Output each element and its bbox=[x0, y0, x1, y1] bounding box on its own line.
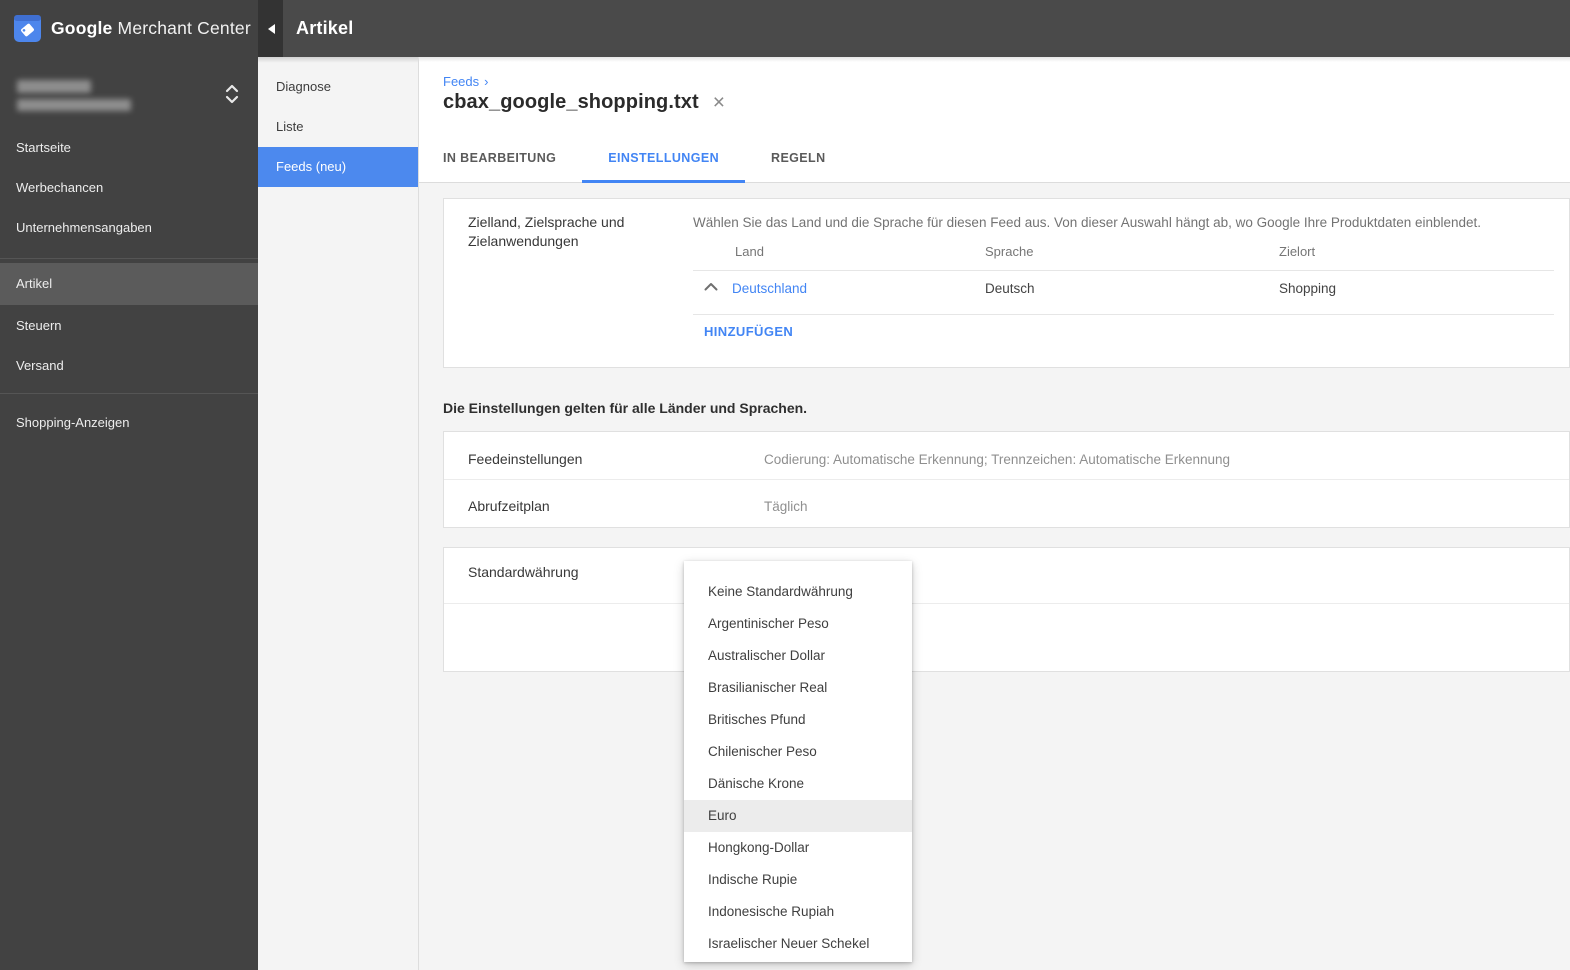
table-row-sprache: Deutsch bbox=[985, 281, 1035, 296]
currency-option[interactable]: Indonesische Rupiah bbox=[684, 896, 912, 928]
merchant-center-logo[interactable]: Google Merchant Center bbox=[0, 0, 258, 57]
column-header-zielort: Zielort bbox=[1279, 244, 1316, 259]
account-name-redacted bbox=[17, 80, 91, 93]
arrow-left-icon bbox=[263, 23, 275, 34]
feed-settings-card: Feedeinstellungen Codierung: Automatisch… bbox=[443, 431, 1570, 528]
abrufzeitplan-value: Täglich bbox=[764, 499, 808, 514]
feedeinstellungen-label[interactable]: Feedeinstellungen bbox=[468, 451, 582, 467]
sidebar-item-unternehmensangaben[interactable]: Unternehmensangaben bbox=[0, 208, 258, 248]
sidebar-item-artikel[interactable]: Artikel bbox=[0, 263, 258, 305]
sidebar-item-shopping-anzeigen[interactable]: Shopping-Anzeigen bbox=[0, 403, 258, 443]
sidebar-item-versand[interactable]: Versand bbox=[0, 346, 258, 386]
currency-option-selected[interactable]: Euro bbox=[684, 800, 912, 832]
settings-note: Die Einstellungen gelten für alle Länder… bbox=[443, 400, 808, 416]
breadcrumb[interactable]: Feeds › bbox=[443, 74, 488, 89]
table-divider bbox=[693, 270, 1554, 271]
secondary-sidebar: Diagnose Liste Feeds (neu) bbox=[258, 57, 419, 970]
tab-regeln[interactable]: REGELN bbox=[745, 137, 852, 183]
currency-option[interactable]: Britisches Pfund bbox=[684, 704, 912, 736]
breadcrumb-feeds-link[interactable]: Feeds bbox=[443, 74, 479, 89]
currency-option[interactable]: Keine Standardwährung bbox=[684, 576, 912, 608]
account-id-redacted bbox=[17, 99, 131, 111]
merchant-center-icon bbox=[14, 15, 41, 42]
tab-in-bearbeitung[interactable]: IN BEARBEITUNG bbox=[417, 137, 582, 183]
sidebar-item-startseite[interactable]: Startseite bbox=[0, 128, 258, 168]
chevron-up-icon[interactable] bbox=[704, 282, 718, 291]
sidebar-divider bbox=[0, 393, 258, 394]
column-header-land: Land bbox=[735, 244, 764, 259]
subnav-item-feeds-neu[interactable]: Feeds (neu) bbox=[258, 147, 418, 187]
row-divider bbox=[444, 479, 1569, 480]
close-icon[interactable]: × bbox=[713, 92, 725, 113]
currency-option[interactable]: Argentinischer Peso bbox=[684, 608, 912, 640]
hinzufuegen-button[interactable]: HINZUFÜGEN bbox=[704, 324, 793, 339]
table-row-land-link[interactable]: Deutschland bbox=[732, 281, 807, 296]
table-row-zielort: Shopping bbox=[1279, 281, 1337, 296]
target-settings-label: Zielland, Zielsprache und Zielanwendunge… bbox=[468, 214, 625, 249]
unfold-more-icon bbox=[225, 84, 239, 104]
currency-option[interactable]: Australischer Dollar bbox=[684, 640, 912, 672]
currency-option[interactable]: Chilenischer Peso bbox=[684, 736, 912, 768]
subnav-item-liste[interactable]: Liste bbox=[258, 107, 418, 147]
tab-einstellungen[interactable]: EINSTELLUNGEN bbox=[582, 137, 746, 183]
feedeinstellungen-value: Codierung: Automatische Erkennung; Trenn… bbox=[764, 452, 1231, 467]
primary-sidebar: Google Merchant Center Startseite Werbec… bbox=[0, 0, 258, 970]
column-header-sprache: Sprache bbox=[985, 244, 1034, 259]
currency-option[interactable]: Hongkong-Dollar bbox=[684, 832, 912, 864]
subnav-item-diagnose[interactable]: Diagnose bbox=[258, 67, 418, 107]
logo-text: Google Merchant Center bbox=[51, 18, 251, 38]
main-content: Feeds › cbax_google_shopping.txt × IN BEA… bbox=[419, 57, 1570, 970]
target-settings-description: Wählen Sie das Land und die Sprache für … bbox=[693, 215, 1482, 230]
currency-option[interactable]: Brasilianischer Real bbox=[684, 672, 912, 704]
topbar: Artikel bbox=[283, 0, 1570, 57]
sidebar-item-steuern[interactable]: Steuern bbox=[0, 306, 258, 346]
table-divider bbox=[693, 314, 1554, 315]
feed-header: Feeds › cbax_google_shopping.txt × IN BEA… bbox=[419, 57, 1570, 183]
currency-option[interactable]: Dänische Krone bbox=[684, 768, 912, 800]
currency-dropdown-menu: Keine Standardwährung Argentinischer Pes… bbox=[684, 561, 912, 962]
currency-option[interactable]: Indische Rupie bbox=[684, 864, 912, 896]
feed-tabs: IN BEARBEITUNG EINSTELLUNGEN REGELN bbox=[417, 137, 852, 183]
sidebar-item-werbechancen[interactable]: Werbechancen bbox=[0, 168, 258, 208]
account-switcher[interactable] bbox=[0, 66, 258, 124]
feed-title: cbax_google_shopping.txt bbox=[443, 91, 699, 113]
abrufzeitplan-label[interactable]: Abrufzeitplan bbox=[468, 498, 550, 514]
currency-option[interactable]: Israelischer Neuer Schekel bbox=[684, 928, 912, 960]
row-divider bbox=[444, 603, 1569, 604]
collapse-panel-button[interactable] bbox=[258, 0, 283, 57]
sidebar-divider bbox=[0, 258, 258, 259]
standardwaehrung-label[interactable]: Standardwährung bbox=[468, 563, 579, 582]
breadcrumb-separator: › bbox=[484, 74, 489, 89]
currency-card: Standardwährung bbox=[443, 547, 1570, 672]
page-section-title: Artikel bbox=[296, 18, 354, 38]
target-settings-card: Zielland, Zielsprache und Zielanwendunge… bbox=[443, 198, 1570, 368]
